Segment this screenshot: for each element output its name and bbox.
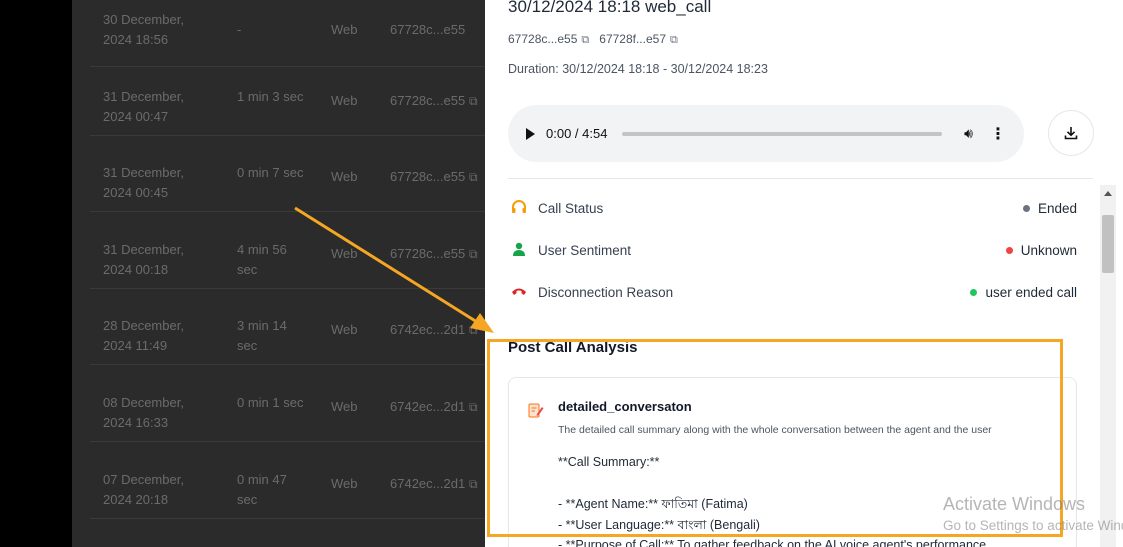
call-type: Web bbox=[331, 93, 358, 108]
call-duration: 1 min 3 sec bbox=[237, 89, 304, 104]
call-history-list: 30 December, 2024 18:56 - Web 67728c...e… bbox=[72, 0, 485, 547]
call-date: 28 December, 2024 11:49 bbox=[103, 318, 184, 353]
analysis-item-name: detailed_conversaton bbox=[558, 399, 692, 414]
call-title: 30/12/2024 18:18 web_call bbox=[508, 0, 712, 16]
status-label: User Sentiment bbox=[538, 242, 632, 258]
copy-icon[interactable]: ⧉ bbox=[469, 91, 478, 111]
download-icon bbox=[1064, 127, 1078, 140]
call-id: 67728c...e55 bbox=[390, 22, 466, 37]
scroll-up-arrow-icon[interactable] bbox=[1104, 191, 1112, 196]
status-dot bbox=[1022, 204, 1030, 212]
call-duration: 0 min 1 sec bbox=[237, 395, 304, 410]
status-row-disconnection-reason: Disconnection Reason user ended call bbox=[508, 281, 1077, 303]
call-type: Web bbox=[331, 22, 358, 37]
hangup-phone-icon bbox=[508, 284, 530, 300]
call-date: 31 December, 2024 00:47 bbox=[103, 89, 184, 124]
call-date: 07 December, 2024 20:18 bbox=[103, 472, 184, 507]
edit-note-icon bbox=[528, 402, 544, 422]
copy-icon[interactable]: ⧉ bbox=[469, 320, 478, 340]
call-id: 67728c...e55 bbox=[390, 93, 466, 108]
scrollbar-thumb[interactable] bbox=[1102, 215, 1114, 273]
call-id: 67728c...e55 bbox=[390, 169, 466, 184]
status-dot bbox=[970, 288, 978, 296]
call-id-2: 67728f...e57 bbox=[599, 32, 666, 46]
summary-line: - **Agent Name:** ফাতিমা (Fatima) bbox=[558, 497, 748, 511]
copy-icon[interactable]: ⧉ bbox=[469, 474, 478, 494]
status-row-user-sentiment: User Sentiment Unknown bbox=[508, 239, 1077, 261]
call-duration: 4 min 56 sec bbox=[237, 242, 287, 277]
table-row[interactable]: 31 December, 2024 00:45 0 min 7 sec Web … bbox=[90, 143, 485, 212]
watermark-title: Activate Windows bbox=[943, 494, 1086, 514]
table-row[interactable]: 07 December, 2024 20:18 0 min 47 sec Web… bbox=[90, 450, 485, 519]
play-icon[interactable] bbox=[526, 127, 535, 140]
table-row[interactable]: 31 December, 2024 00:18 4 min 56 sec Web… bbox=[90, 220, 485, 289]
call-id: 6742ec...2d1 bbox=[390, 476, 466, 491]
call-date: 31 December, 2024 00:18 bbox=[103, 242, 184, 277]
status-label: Call Status bbox=[538, 200, 604, 216]
call-duration: - bbox=[237, 22, 242, 37]
summary-line: - **Purpose of Call:** To gather feedbac… bbox=[558, 538, 987, 547]
call-type: Web bbox=[331, 476, 358, 491]
post-call-analysis-title: Post Call Analysis bbox=[508, 339, 638, 356]
table-row[interactable]: 28 December, 2024 11:49 3 min 14 sec Web… bbox=[90, 296, 485, 365]
call-type: Web bbox=[331, 246, 358, 261]
left-black-margin bbox=[0, 0, 72, 547]
windows-activation-watermark: Activate Windows Go to Settings to activ… bbox=[943, 494, 1123, 533]
status-dot bbox=[1005, 246, 1013, 254]
status-value: Ended bbox=[1037, 200, 1077, 216]
copy-icon[interactable]: ⧉ bbox=[670, 34, 678, 46]
call-duration: 3 min 14 sec bbox=[237, 318, 287, 353]
audio-player: 0:00 / 4:54 🔊︎ ⋮ bbox=[508, 105, 1024, 162]
call-duration: 0 min 7 sec bbox=[237, 165, 304, 180]
divider bbox=[508, 178, 1093, 179]
status-value: Unknown bbox=[1020, 242, 1077, 258]
status-row-call-status: Call Status Ended bbox=[508, 197, 1077, 219]
audio-time: 0:00 / 4:54 bbox=[546, 126, 608, 141]
call-id: 6742ec...2d1 bbox=[390, 322, 466, 337]
summary-line: - **User Language:** বাংলা (Bengali) bbox=[558, 518, 760, 532]
status-label: Disconnection Reason bbox=[538, 284, 674, 300]
scrollbar[interactable] bbox=[1100, 185, 1116, 547]
call-date: 31 December, 2024 00:45 bbox=[103, 165, 184, 200]
volume-icon[interactable]: 🔊︎ bbox=[964, 125, 973, 142]
call-id: 6742ec...2d1 bbox=[390, 399, 466, 414]
more-options-icon[interactable]: ⋮ bbox=[990, 124, 1006, 144]
analysis-item-description: The detailed call summary along with the… bbox=[558, 424, 992, 436]
table-row[interactable]: 31 December, 2024 00:47 1 min 3 sec Web … bbox=[90, 67, 485, 136]
summary-line: **Call Summary:** bbox=[558, 455, 660, 469]
call-detail-panel: 30/12/2024 18:18 web_call 67728c...e55 ⧉ … bbox=[485, 0, 1123, 547]
watermark-subtitle: Go to Settings to activate Windows. bbox=[943, 518, 1123, 533]
call-duration-range: Duration: 30/12/2024 18:18 - 30/12/2024 … bbox=[508, 62, 768, 76]
download-button[interactable] bbox=[1048, 110, 1094, 156]
user-icon bbox=[508, 242, 530, 259]
call-id-1: 67728c...e55 bbox=[508, 32, 578, 46]
call-id: 67728c...e55 bbox=[390, 246, 466, 261]
copy-icon[interactable]: ⧉ bbox=[469, 167, 478, 187]
status-value: user ended call bbox=[985, 284, 1077, 300]
copy-icon[interactable]: ⧉ bbox=[581, 34, 589, 46]
call-type: Web bbox=[331, 399, 358, 414]
headset-icon bbox=[508, 199, 530, 217]
audio-progress-slider[interactable] bbox=[622, 131, 943, 136]
call-date: 30 December, 2024 18:56 bbox=[103, 12, 184, 47]
copy-icon[interactable]: ⧉ bbox=[469, 397, 478, 417]
call-type: Web bbox=[331, 322, 358, 337]
call-type: Web bbox=[331, 169, 358, 184]
table-row[interactable]: 30 December, 2024 18:56 - Web 67728c...e… bbox=[90, 0, 485, 67]
table-row[interactable]: 08 December, 2024 16:33 0 min 1 sec Web … bbox=[90, 373, 485, 442]
copy-icon[interactable]: ⧉ bbox=[469, 244, 478, 264]
call-ids: 67728c...e55 ⧉ 67728f...e57 ⧉ bbox=[508, 32, 678, 47]
call-date: 08 December, 2024 16:33 bbox=[103, 395, 184, 430]
call-duration: 0 min 47 sec bbox=[237, 472, 287, 507]
